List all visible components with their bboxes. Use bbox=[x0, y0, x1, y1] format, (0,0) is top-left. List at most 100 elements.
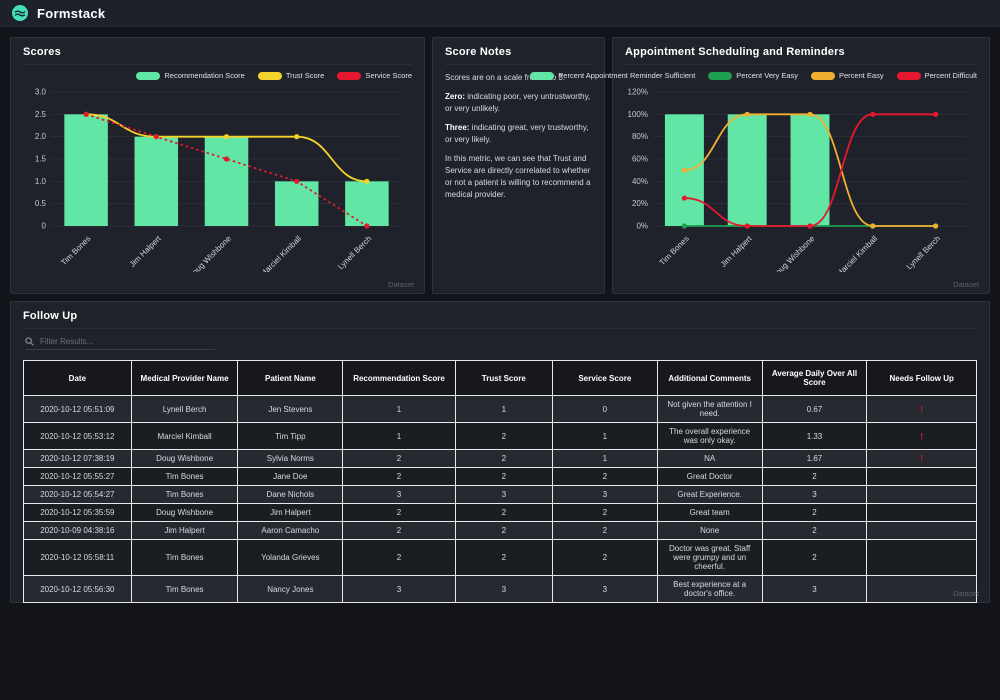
table-cell: Tim Bones bbox=[131, 468, 238, 486]
appointments-chart-canvas[interactable]: 0%20%40%60%80%100%120%Tim BonesJim Halpe… bbox=[625, 84, 977, 272]
svg-text:0: 0 bbox=[42, 222, 47, 231]
app-title: Formstack bbox=[37, 6, 105, 21]
follow-up-dataset-link[interactable]: Dataset bbox=[953, 589, 979, 598]
table-cell: 3 bbox=[343, 486, 455, 504]
table-cell: Jim Halpert bbox=[131, 522, 238, 540]
needs-follow-up-cell: ! bbox=[867, 423, 977, 450]
panel-title-scores: Scores bbox=[23, 46, 412, 65]
column-header: Medical Provider Name bbox=[131, 361, 238, 396]
svg-text:Marciel Kimball: Marciel Kimball bbox=[835, 234, 880, 272]
table-cell: None bbox=[657, 522, 762, 540]
table-cell: 3 bbox=[552, 576, 657, 603]
table-cell: 1.33 bbox=[762, 423, 867, 450]
column-header: Service Score bbox=[552, 361, 657, 396]
table-cell: Doctor was great. Staff were grumpy and … bbox=[657, 540, 762, 576]
note-paragraph: Zero: indicating poor, very untrustworth… bbox=[445, 91, 592, 115]
table-row: 2020-10-12 07:38:19Doug WishboneSylvia N… bbox=[24, 450, 977, 468]
table-cell: 3 bbox=[762, 576, 867, 603]
note-paragraph: In this metric, we can see that Trust an… bbox=[445, 153, 592, 201]
needs-follow-up-cell bbox=[867, 522, 977, 540]
table-cell: Best experience at a doctor's office. bbox=[657, 576, 762, 603]
table-cell: 3 bbox=[762, 486, 867, 504]
legend-label: Recommendation Score bbox=[164, 71, 244, 80]
legend-swatch bbox=[258, 72, 282, 80]
table-cell: Jim Halpert bbox=[238, 504, 343, 522]
table-cell: 3 bbox=[343, 576, 455, 603]
table-cell: 2 bbox=[552, 540, 657, 576]
legend-item: Percent Easy bbox=[811, 71, 884, 80]
table-cell: 2 bbox=[343, 522, 455, 540]
table-cell: 2 bbox=[343, 468, 455, 486]
legend-swatch bbox=[897, 72, 921, 80]
legend-swatch bbox=[136, 72, 160, 80]
table-cell: 1 bbox=[343, 423, 455, 450]
panel-title-follow-up: Follow Up bbox=[23, 310, 977, 329]
table-cell: 2020-10-12 05:58:11 bbox=[24, 540, 132, 576]
svg-text:100%: 100% bbox=[628, 110, 648, 119]
table-cell: 2020-10-12 05:51:09 bbox=[24, 396, 132, 423]
table-cell: 2 bbox=[762, 522, 867, 540]
table-row: 2020-10-12 05:35:59Doug WishboneJim Halp… bbox=[24, 504, 977, 522]
svg-text:0.5: 0.5 bbox=[35, 199, 47, 208]
table-cell: Aaron Camacho bbox=[238, 522, 343, 540]
appointments-dataset-link[interactable]: Dataset bbox=[953, 280, 979, 289]
legend-swatch bbox=[530, 72, 554, 80]
needs-follow-up-cell: ! bbox=[867, 396, 977, 423]
column-header: Average Daily Over All Score bbox=[762, 361, 867, 396]
panel-title-score-notes: Score Notes bbox=[445, 46, 592, 65]
scores-dataset-link[interactable]: Dataset bbox=[388, 280, 414, 289]
svg-text:Doug Wishbone: Doug Wishbone bbox=[770, 234, 817, 272]
table-cell: 2020-10-12 05:54:27 bbox=[24, 486, 132, 504]
appointments-panel: Appointment Scheduling and Reminders Per… bbox=[612, 37, 990, 294]
column-header: Trust Score bbox=[455, 361, 552, 396]
table-cell: Sylvia Norms bbox=[238, 450, 343, 468]
table-row: 2020-10-12 05:55:27Tim BonesJane Doe222G… bbox=[24, 468, 977, 486]
legend-swatch bbox=[811, 72, 835, 80]
filter-results-field[interactable] bbox=[25, 337, 215, 350]
table-cell: 2020-10-12 05:55:27 bbox=[24, 468, 132, 486]
svg-text:120%: 120% bbox=[628, 88, 648, 97]
needs-follow-up-cell bbox=[867, 540, 977, 576]
table-cell: 1 bbox=[552, 423, 657, 450]
table-cell: Jen Stevens bbox=[238, 396, 343, 423]
table-row: 2020-10-12 05:51:09Lynell BerchJen Steve… bbox=[24, 396, 977, 423]
needs-follow-up-cell bbox=[867, 504, 977, 522]
table-cell: 2 bbox=[762, 540, 867, 576]
scores-chart-canvas[interactable]: 00.51.01.52.02.53.0Tim BonesJim HalpertD… bbox=[23, 84, 412, 272]
table-cell: Marciel Kimball bbox=[131, 423, 238, 450]
svg-text:3.0: 3.0 bbox=[35, 88, 47, 97]
table-cell: 2 bbox=[455, 540, 552, 576]
table-cell: Nancy Jones bbox=[238, 576, 343, 603]
table-cell: Tim Bones bbox=[131, 540, 238, 576]
table-cell: 2 bbox=[455, 468, 552, 486]
legend-label: Percent Very Easy bbox=[736, 71, 798, 80]
table-cell: 2 bbox=[762, 468, 867, 486]
svg-text:40%: 40% bbox=[632, 177, 648, 186]
needs-follow-up-cell bbox=[867, 486, 977, 504]
svg-text:Tim Bones: Tim Bones bbox=[59, 234, 92, 267]
filter-results-input[interactable] bbox=[40, 337, 215, 346]
legend-label: Percent Appointment Reminder Sufficient bbox=[558, 71, 695, 80]
table-cell: NA bbox=[657, 450, 762, 468]
search-icon bbox=[25, 337, 34, 346]
svg-text:Marciel Kimball: Marciel Kimball bbox=[258, 234, 303, 272]
column-header: Needs Follow Up bbox=[867, 361, 977, 396]
svg-text:Jim Halpert: Jim Halpert bbox=[719, 234, 755, 270]
table-cell: Yolanda Grieves bbox=[238, 540, 343, 576]
table-cell: 2 bbox=[762, 504, 867, 522]
scores-chart-legend: Recommendation ScoreTrust ScoreService S… bbox=[23, 69, 412, 82]
legend-swatch bbox=[337, 72, 361, 80]
svg-text:0%: 0% bbox=[636, 222, 648, 231]
table-cell: 2 bbox=[343, 450, 455, 468]
table-cell: Doug Wishbone bbox=[131, 450, 238, 468]
table-cell: 1 bbox=[343, 396, 455, 423]
table-cell: Great Doctor bbox=[657, 468, 762, 486]
table-cell: 2 bbox=[343, 540, 455, 576]
table-row: 2020-10-09 04:38:16Jim HalpertAaron Cama… bbox=[24, 522, 977, 540]
formstack-logo-icon[interactable] bbox=[12, 5, 28, 21]
follow-up-panel: Follow Up DateMedical Provider NamePatie… bbox=[10, 301, 990, 603]
table-cell: 2020-10-09 04:38:16 bbox=[24, 522, 132, 540]
legend-label: Trust Score bbox=[286, 71, 324, 80]
table-cell: 2 bbox=[343, 504, 455, 522]
table-cell: 3 bbox=[455, 576, 552, 603]
